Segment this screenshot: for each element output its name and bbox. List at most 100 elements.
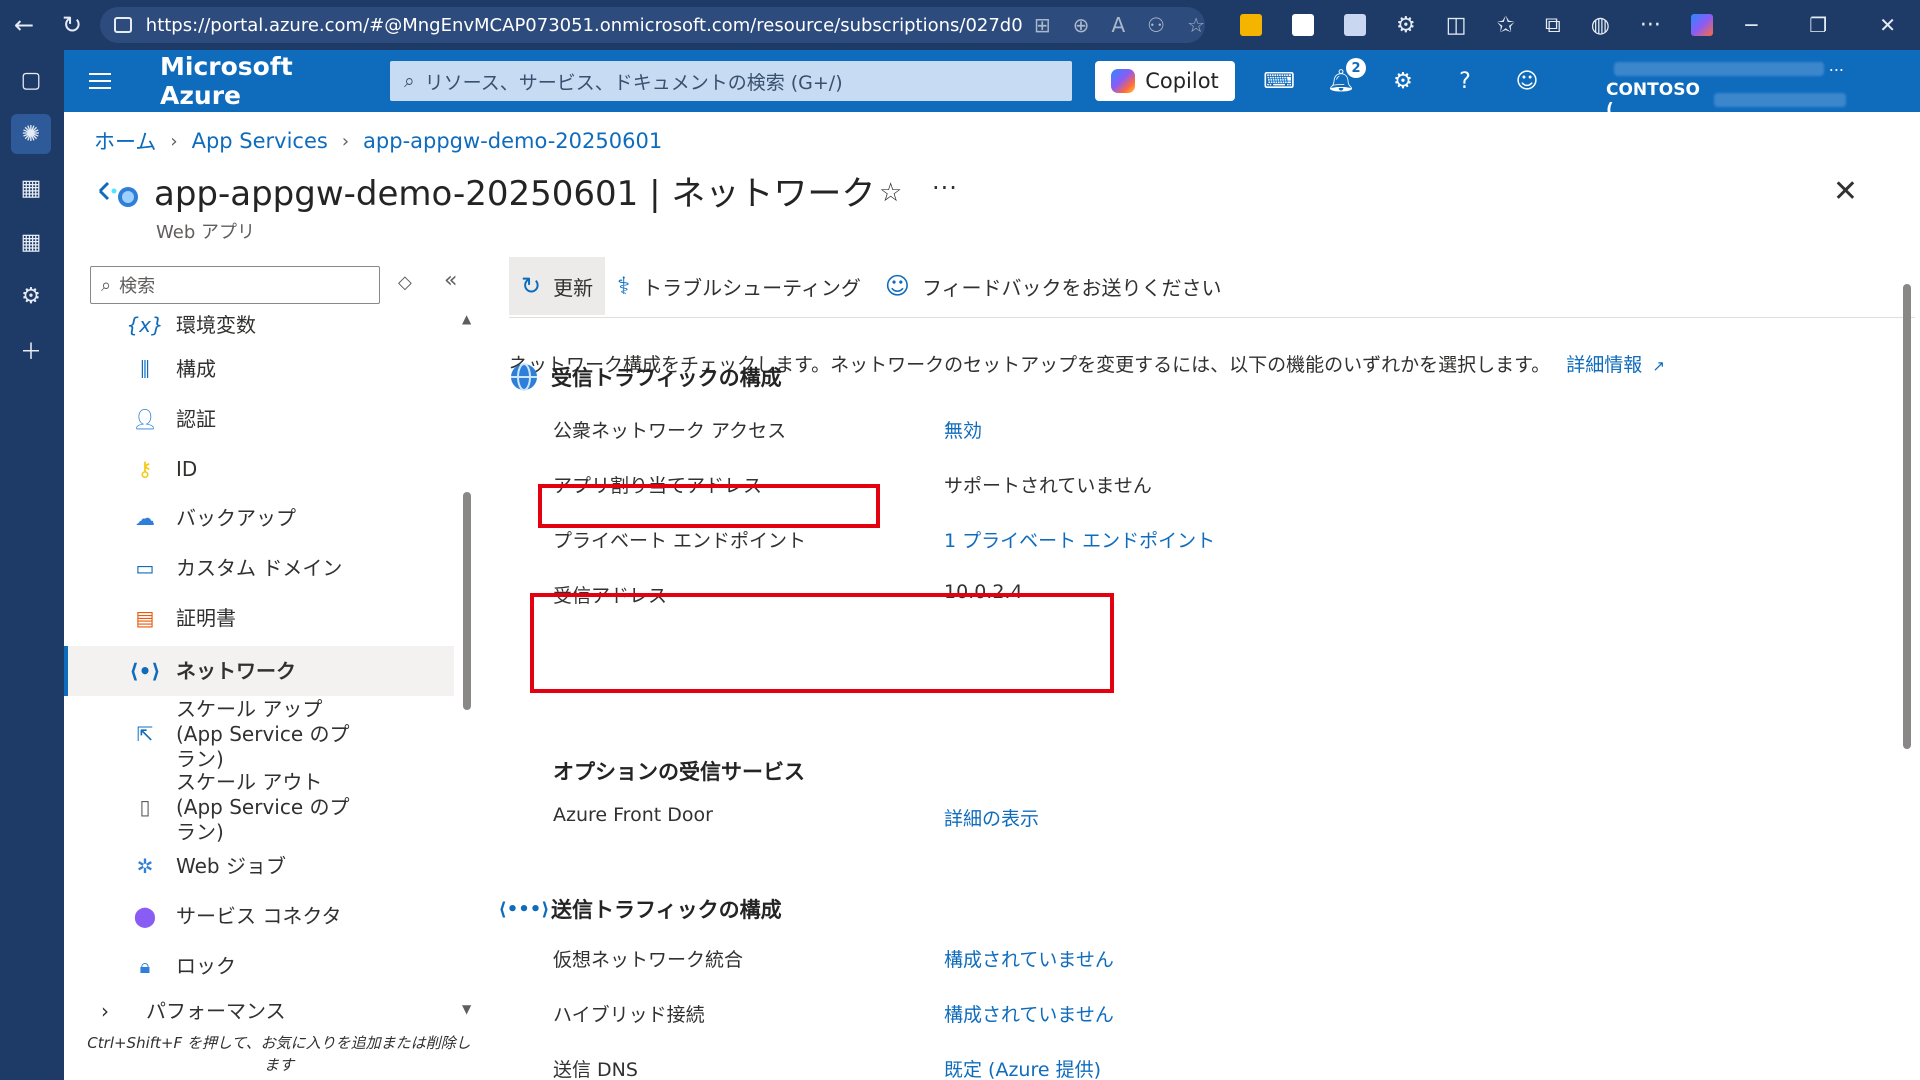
public-access-value[interactable]: 無効: [944, 416, 982, 443]
external-link-icon: ↗: [1652, 357, 1665, 375]
extensions-icon[interactable]: ⚙: [1396, 13, 1416, 38]
chevron-right-icon: ›: [101, 999, 109, 1023]
azure-header: Microsoft Azure ⌕ リソース、サービス、ドキュメントの検索 (G…: [64, 50, 1920, 120]
private-endpoint-value[interactable]: 1 プライベート エンドポイント: [944, 526, 1215, 553]
app-available-icon[interactable]: ⊞: [1034, 13, 1051, 37]
troubleshoot-button[interactable]: ⚕ トラブルシューティング: [605, 257, 873, 315]
more-icon[interactable]: ···: [932, 174, 958, 202]
vnet-integration-value[interactable]: 構成されていません: [944, 945, 1114, 972]
minimize-icon[interactable]: ─: [1745, 13, 1757, 37]
brand-logo[interactable]: Microsoft Azure: [160, 52, 375, 110]
menu-item-networking[interactable]: ⟨•⟩ ネットワーク: [64, 646, 454, 696]
settings-tab-icon[interactable]: ⚙: [11, 276, 51, 316]
collapse-menu-icon[interactable]: «: [444, 268, 457, 293]
inbound-globe-icon: [509, 362, 539, 392]
feedback-header-icon[interactable]: ☺: [1512, 66, 1542, 96]
menu-item-backup[interactable]: ☁ バックアップ: [64, 496, 454, 540]
hybrid-connection-label: ハイブリッド接続: [553, 1004, 705, 1026]
account-more: ...: [1828, 56, 1844, 75]
collections-icon[interactable]: ⧉: [1545, 13, 1561, 38]
split-screen-icon[interactable]: ◫: [1446, 13, 1467, 38]
front-door-value[interactable]: 詳細の表示: [944, 804, 1039, 831]
url-text[interactable]: https://portal.azure.com/#@MngEnvMCAP073…: [146, 15, 1022, 36]
add-tab-icon[interactable]: ＋: [11, 330, 51, 370]
address-bar[interactable]: https://portal.azure.com/#@MngEnvMCAP073…: [100, 7, 1205, 43]
favorites-icon[interactable]: ✩: [1497, 13, 1515, 38]
menu-item-identity[interactable]: ⚷ ID: [64, 447, 454, 491]
cloud-shell-icon[interactable]: ⌨: [1263, 66, 1295, 96]
menu-item-webjobs[interactable]: ✲ Web ジョブ: [64, 844, 454, 888]
microsoft-tab-icon[interactable]: ▦: [11, 168, 51, 208]
extension-2-icon[interactable]: [1292, 14, 1314, 36]
menu-item-authentication[interactable]: 👤︎ 認証: [64, 397, 454, 441]
menu-scrollbar[interactable]: ▲ ▼: [462, 312, 472, 1016]
authentication-icon: 👤︎: [132, 407, 158, 431]
profile-globe-icon[interactable]: ◍: [1591, 13, 1610, 38]
copilot-browser-icon[interactable]: [1690, 14, 1713, 36]
breadcrumb-resource[interactable]: app-appgw-demo-20250601: [363, 129, 662, 153]
help-icon[interactable]: ?: [1450, 66, 1480, 96]
menu-group-performance[interactable]: › パフォーマンス: [64, 994, 454, 1028]
scale-out-icon: ▯: [139, 795, 151, 819]
zoom-icon[interactable]: ⊕: [1073, 13, 1090, 37]
copilot-button[interactable]: Copilot: [1095, 61, 1235, 101]
configuration-icon: ⫼: [140, 357, 150, 381]
browser-menu-icon[interactable]: ···: [1640, 13, 1661, 38]
menu-item-env-variables[interactable]: {x} 環境変数: [64, 308, 454, 342]
certificate-icon: ▤: [135, 606, 155, 630]
tab-actions-icon[interactable]: ▢: [11, 60, 51, 100]
content-scroll-thumb[interactable]: [1903, 284, 1911, 749]
reload-icon[interactable]: ↻: [48, 0, 96, 50]
breadcrumb-chevron-icon: ›: [170, 130, 178, 152]
refresh-label: 更新: [553, 275, 594, 300]
menu-item-scale-up[interactable]: ⇱ スケール アップ (App Service のプラン): [64, 697, 454, 771]
scroll-down-icon[interactable]: ▼: [462, 1002, 471, 1016]
refresh-button[interactable]: ↻ 更新: [509, 257, 606, 315]
breadcrumb-home[interactable]: ホーム: [94, 126, 156, 156]
menu-search-placeholder: 検索: [119, 276, 156, 297]
outbound-network-icon: ⟨•••⟩: [498, 898, 550, 920]
expand-collapse-icon[interactable]: ◇: [398, 272, 412, 293]
menu-item-configuration[interactable]: ⫼ 構成: [64, 347, 454, 391]
menu-item-certificates[interactable]: ▤ 証明書: [64, 596, 454, 640]
extension-1-icon[interactable]: [1240, 14, 1262, 36]
feedback-button[interactable]: ☺ フィードバックをお送りください: [873, 257, 1234, 315]
microsoft-tab-2-icon[interactable]: ▦: [11, 222, 51, 262]
menu-search-input[interactable]: ⌕ 検索: [90, 266, 380, 304]
azure-tab-icon[interactable]: ✺: [11, 114, 51, 154]
favorite-icon[interactable]: ☆: [879, 178, 902, 208]
profile-share-icon[interactable]: ⚇: [1147, 13, 1165, 37]
notifications-icon[interactable]: 🔔︎ 2: [1326, 58, 1366, 96]
hybrid-connection-value[interactable]: 構成されていません: [944, 1000, 1114, 1027]
menu-item-custom-domain[interactable]: ▭ カスタム ドメイン: [64, 546, 454, 590]
env-variables-icon: {x}: [126, 313, 164, 337]
inbound-section-heading: 受信トラフィックの構成: [509, 362, 782, 392]
learn-more-link[interactable]: 詳細情報 ↗: [1566, 354, 1665, 376]
outbound-dns-value[interactable]: 既定 (Azure 提供): [944, 1055, 1101, 1080]
lock-icon: 🔒︎: [139, 954, 151, 978]
extension-3-icon[interactable]: [1344, 14, 1366, 36]
networking-icon: ⟨•⟩: [129, 659, 161, 683]
portal-menu-icon[interactable]: [64, 73, 136, 89]
site-info-icon[interactable]: [114, 17, 132, 33]
close-icon[interactable]: ✕: [1833, 174, 1858, 209]
custom-domain-icon: ▭: [135, 556, 155, 580]
search-icon: ⌕: [101, 274, 112, 296]
settings-icon[interactable]: ⚙: [1388, 66, 1418, 96]
menu-item-scale-out[interactable]: ▯ スケール アウト (App Service のプラン): [64, 770, 454, 844]
notification-badge: 2: [1346, 58, 1366, 78]
account-info[interactable]: ... CONTOSO (: [1604, 56, 1846, 120]
back-icon[interactable]: ←: [0, 0, 48, 50]
read-aloud-icon[interactable]: A: [1111, 13, 1125, 37]
breadcrumb-app-services[interactable]: App Services: [192, 129, 328, 153]
window-close-icon[interactable]: ✕: [1879, 13, 1896, 37]
scroll-up-icon[interactable]: ▲: [462, 312, 471, 326]
menu-item-service-connector[interactable]: ⬤ サービス コネクタ: [64, 894, 454, 938]
global-search-input[interactable]: ⌕ リソース、サービス、ドキュメントの検索 (G+/): [390, 61, 1072, 101]
restore-icon[interactable]: ❐: [1809, 13, 1827, 37]
command-divider: [509, 317, 1915, 318]
menu-scroll-thumb[interactable]: [463, 492, 471, 710]
favorite-star-icon[interactable]: ☆: [1187, 13, 1205, 37]
content-scrollbar[interactable]: [1901, 264, 1913, 1004]
menu-item-locks[interactable]: 🔒︎ ロック: [64, 944, 454, 988]
